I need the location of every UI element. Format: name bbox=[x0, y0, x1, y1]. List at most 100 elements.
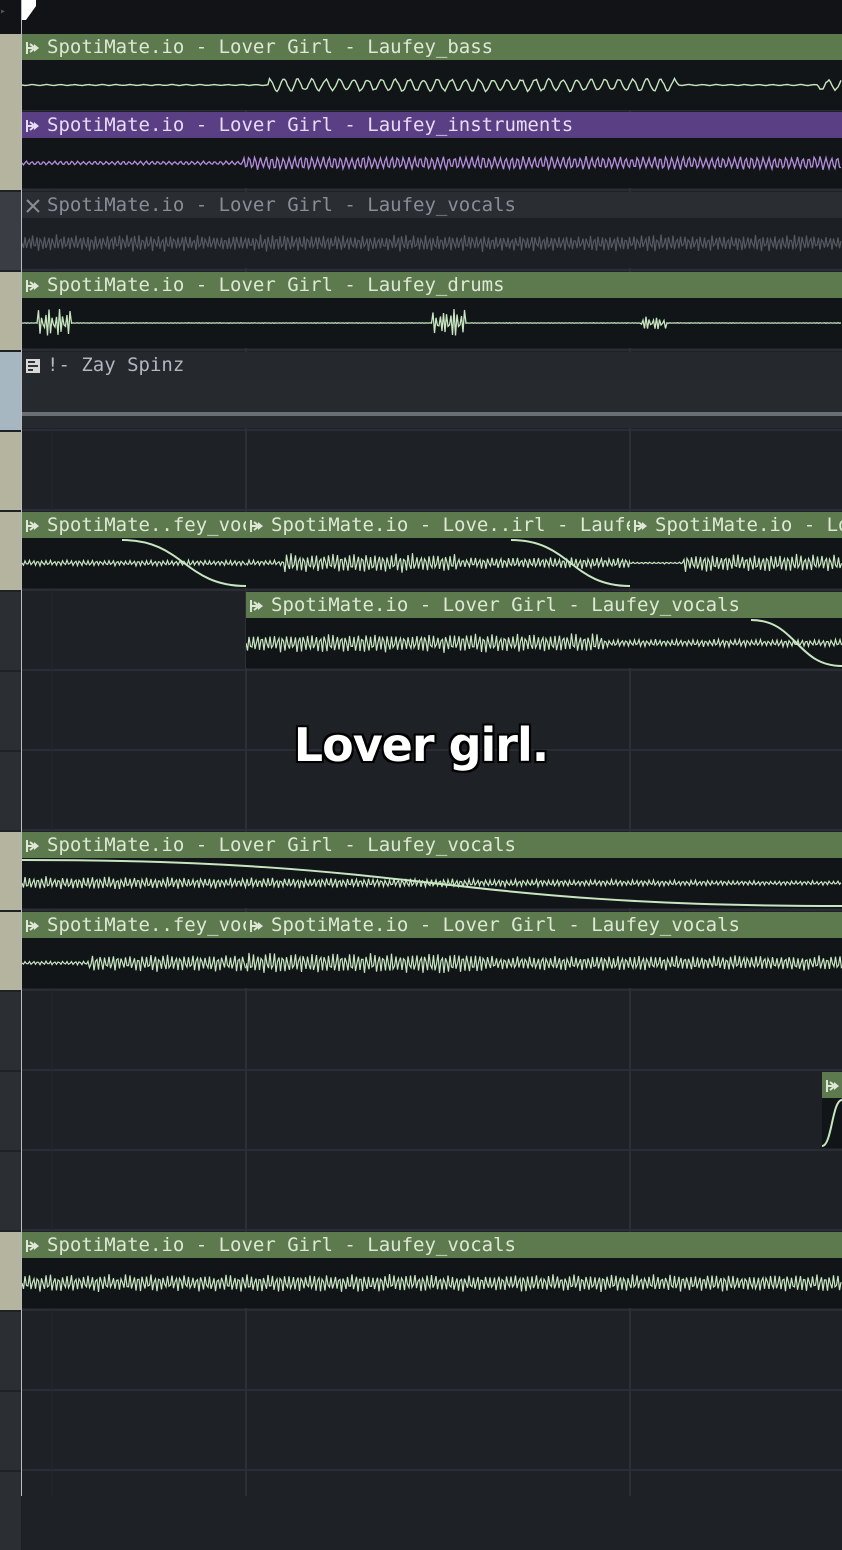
clip-header[interactable]: SpotiMate.io - Lover Girl - Laufey_instr… bbox=[22, 112, 842, 138]
clip-vocals-muted[interactable]: SpotiMate.io - Lover Girl - Laufey_vocal… bbox=[22, 192, 842, 268]
waveform-area bbox=[630, 538, 842, 588]
sample-arrow-icon bbox=[249, 517, 265, 533]
waveform-area bbox=[22, 138, 842, 188]
clip-title: SpotiMate.io - Lover Girl - Laufey_vocal… bbox=[271, 594, 740, 616]
track-color-strip[interactable] bbox=[0, 912, 21, 990]
clip-instruments[interactable]: SpotiMate.io - Lover Girl - Laufey_instr… bbox=[22, 112, 842, 188]
sample-arrow-icon bbox=[249, 597, 265, 613]
clip-title: SpotiMate.io - Lover Girl - Laufey_vocal… bbox=[271, 914, 740, 936]
pattern-icon bbox=[25, 357, 41, 373]
waveform-area bbox=[22, 60, 842, 110]
track-color-strip[interactable] bbox=[0, 1312, 21, 1390]
waveform bbox=[246, 539, 630, 587]
clip-vocals[interactable]: SpotiMate..fey_vocals bbox=[22, 512, 246, 588]
clip-vocals[interactable]: SpotiMate.io - Love.. bbox=[630, 512, 842, 588]
clip-title: SpotiMate.io - Lover Girl - Laufey_drums bbox=[47, 274, 505, 296]
track-color-strip[interactable] bbox=[0, 1072, 21, 1150]
track-color-strip[interactable] bbox=[0, 352, 21, 430]
clip-title: SpotiMate.io - Love.. bbox=[655, 514, 842, 536]
clip-header[interactable] bbox=[822, 1072, 842, 1098]
clip-header[interactable]: SpotiMate.io - Lover Girl - Laufey_drums bbox=[22, 272, 842, 298]
sample-arrow-icon bbox=[25, 917, 41, 933]
video-caption: Lover girl. bbox=[293, 718, 549, 772]
clip-header[interactable]: SpotiMate..fey_vocals bbox=[22, 912, 246, 938]
clip-header[interactable]: SpotiMate.io - Lover Girl - Laufey_bass bbox=[22, 34, 842, 60]
sample-arrow-icon bbox=[25, 837, 41, 853]
waveform bbox=[22, 76, 842, 93]
clip-header[interactable]: SpotiMate.io - Love..irl - Laufey_vocals bbox=[246, 512, 630, 538]
track-color-strip[interactable] bbox=[0, 272, 21, 350]
sample-arrow-icon bbox=[25, 277, 41, 293]
waveform-area bbox=[822, 1098, 842, 1148]
sample-arrow-icon bbox=[825, 1077, 841, 1093]
waveform bbox=[822, 1099, 842, 1147]
playhead-marker-icon[interactable] bbox=[22, 0, 36, 20]
clip-vocals[interactable]: SpotiMate.io - Love..irl - Laufey_vocals bbox=[246, 512, 630, 588]
waveform-area bbox=[22, 938, 246, 988]
waveform bbox=[246, 952, 842, 974]
waveform bbox=[22, 954, 246, 972]
waveform-area bbox=[22, 1258, 842, 1308]
clip-vocals[interactable]: SpotiMate..fey_vocals bbox=[22, 912, 246, 988]
clip-header[interactable]: SpotiMate.io - Lover Girl - Laufey_vocal… bbox=[246, 592, 842, 618]
clip-title: SpotiMate.io - Lover Girl - Laufey_instr… bbox=[47, 114, 574, 136]
clip-header[interactable]: SpotiMate.io - Love.. bbox=[630, 512, 842, 538]
waveform-area bbox=[22, 298, 842, 348]
track-color-strip[interactable] bbox=[0, 34, 21, 112]
clip-header[interactable]: SpotiMate.io - Lover Girl - Laufey_vocal… bbox=[22, 1232, 842, 1258]
clip-header[interactable]: SpotiMate.io - Lover Girl - Laufey_vocal… bbox=[246, 912, 842, 938]
track-color-strip[interactable] bbox=[0, 192, 21, 270]
waveform bbox=[246, 619, 842, 667]
clip-header[interactable]: SpotiMate.io - Lover Girl - Laufey_vocal… bbox=[22, 832, 842, 858]
clip-header[interactable]: SpotiMate.io - Lover Girl - Laufey_vocal… bbox=[22, 192, 842, 218]
waveform-area bbox=[22, 858, 842, 908]
sample-arrow-icon bbox=[25, 39, 41, 55]
sample-arrow-icon bbox=[249, 917, 265, 933]
track-color-strip[interactable] bbox=[0, 592, 21, 670]
track-color-strip[interactable] bbox=[0, 992, 21, 1070]
clip-title: SpotiMate.io - Love..irl - Laufey_vocals bbox=[271, 514, 630, 536]
collapse-arrow-icon[interactable]: ▸ bbox=[0, 6, 6, 17]
clip-header[interactable]: !- Zay Spinz bbox=[22, 352, 842, 378]
waveform-area bbox=[246, 938, 842, 988]
track-color-strip[interactable] bbox=[0, 1472, 21, 1550]
clip-drums[interactable]: SpotiMate.io - Lover Girl - Laufey_drums bbox=[22, 272, 842, 348]
clip-vocals[interactable]: SpotiMate.io - Lover Girl - Laufey_vocal… bbox=[22, 1232, 842, 1308]
track-color-strip[interactable] bbox=[0, 1232, 21, 1310]
clip-vocals[interactable] bbox=[822, 1072, 842, 1148]
waveform-area bbox=[22, 218, 842, 268]
waveform bbox=[22, 154, 842, 172]
sample-arrow-icon bbox=[25, 517, 41, 533]
clip-title: SpotiMate.io - Lover Girl - Laufey_vocal… bbox=[47, 194, 516, 216]
clip-vocals[interactable]: SpotiMate.io - Lover Girl - Laufey_vocal… bbox=[246, 912, 842, 988]
sample-arrow-icon bbox=[633, 517, 649, 533]
waveform-area bbox=[246, 618, 842, 668]
sample-arrow-icon bbox=[25, 1237, 41, 1253]
waveform-area bbox=[246, 538, 630, 588]
clip-header[interactable]: SpotiMate..fey_vocals bbox=[22, 512, 246, 538]
clip-bass[interactable]: SpotiMate.io - Lover Girl - Laufey_bass bbox=[22, 34, 842, 110]
clip-title: SpotiMate..fey_vocals bbox=[47, 514, 246, 536]
clip-title: SpotiMate..fey_vocals bbox=[47, 914, 246, 936]
clip-title: !- Zay Spinz bbox=[47, 354, 185, 376]
waveform-area bbox=[22, 538, 246, 588]
track-color-strip[interactable] bbox=[0, 112, 21, 190]
clip-vocals[interactable]: SpotiMate.io - Lover Girl - Laufey_vocal… bbox=[22, 832, 842, 908]
track-color-strip[interactable] bbox=[0, 432, 21, 510]
pattern-area bbox=[22, 378, 842, 428]
clip-vocals[interactable]: SpotiMate.io - Lover Girl - Laufey_vocal… bbox=[246, 592, 842, 668]
track-color-strip[interactable] bbox=[0, 1392, 21, 1470]
track-color-strip[interactable] bbox=[0, 512, 21, 590]
clip-title: SpotiMate.io - Lover Girl - Laufey_bass bbox=[47, 36, 494, 58]
waveform bbox=[22, 309, 842, 336]
clip-pattern[interactable]: !- Zay Spinz bbox=[22, 352, 842, 428]
sample-arrow-icon bbox=[25, 117, 41, 133]
waveform bbox=[630, 553, 842, 572]
track-color-strip[interactable] bbox=[0, 832, 21, 910]
clip-title: SpotiMate.io - Lover Girl - Laufey_vocal… bbox=[47, 1234, 516, 1256]
waveform bbox=[22, 859, 842, 907]
mute-x-icon bbox=[25, 197, 41, 213]
timeline-ruler[interactable] bbox=[0, 0, 842, 34]
clip-title: SpotiMate.io - Lover Girl - Laufey_vocal… bbox=[47, 834, 516, 856]
track-color-strip[interactable] bbox=[0, 1152, 21, 1230]
